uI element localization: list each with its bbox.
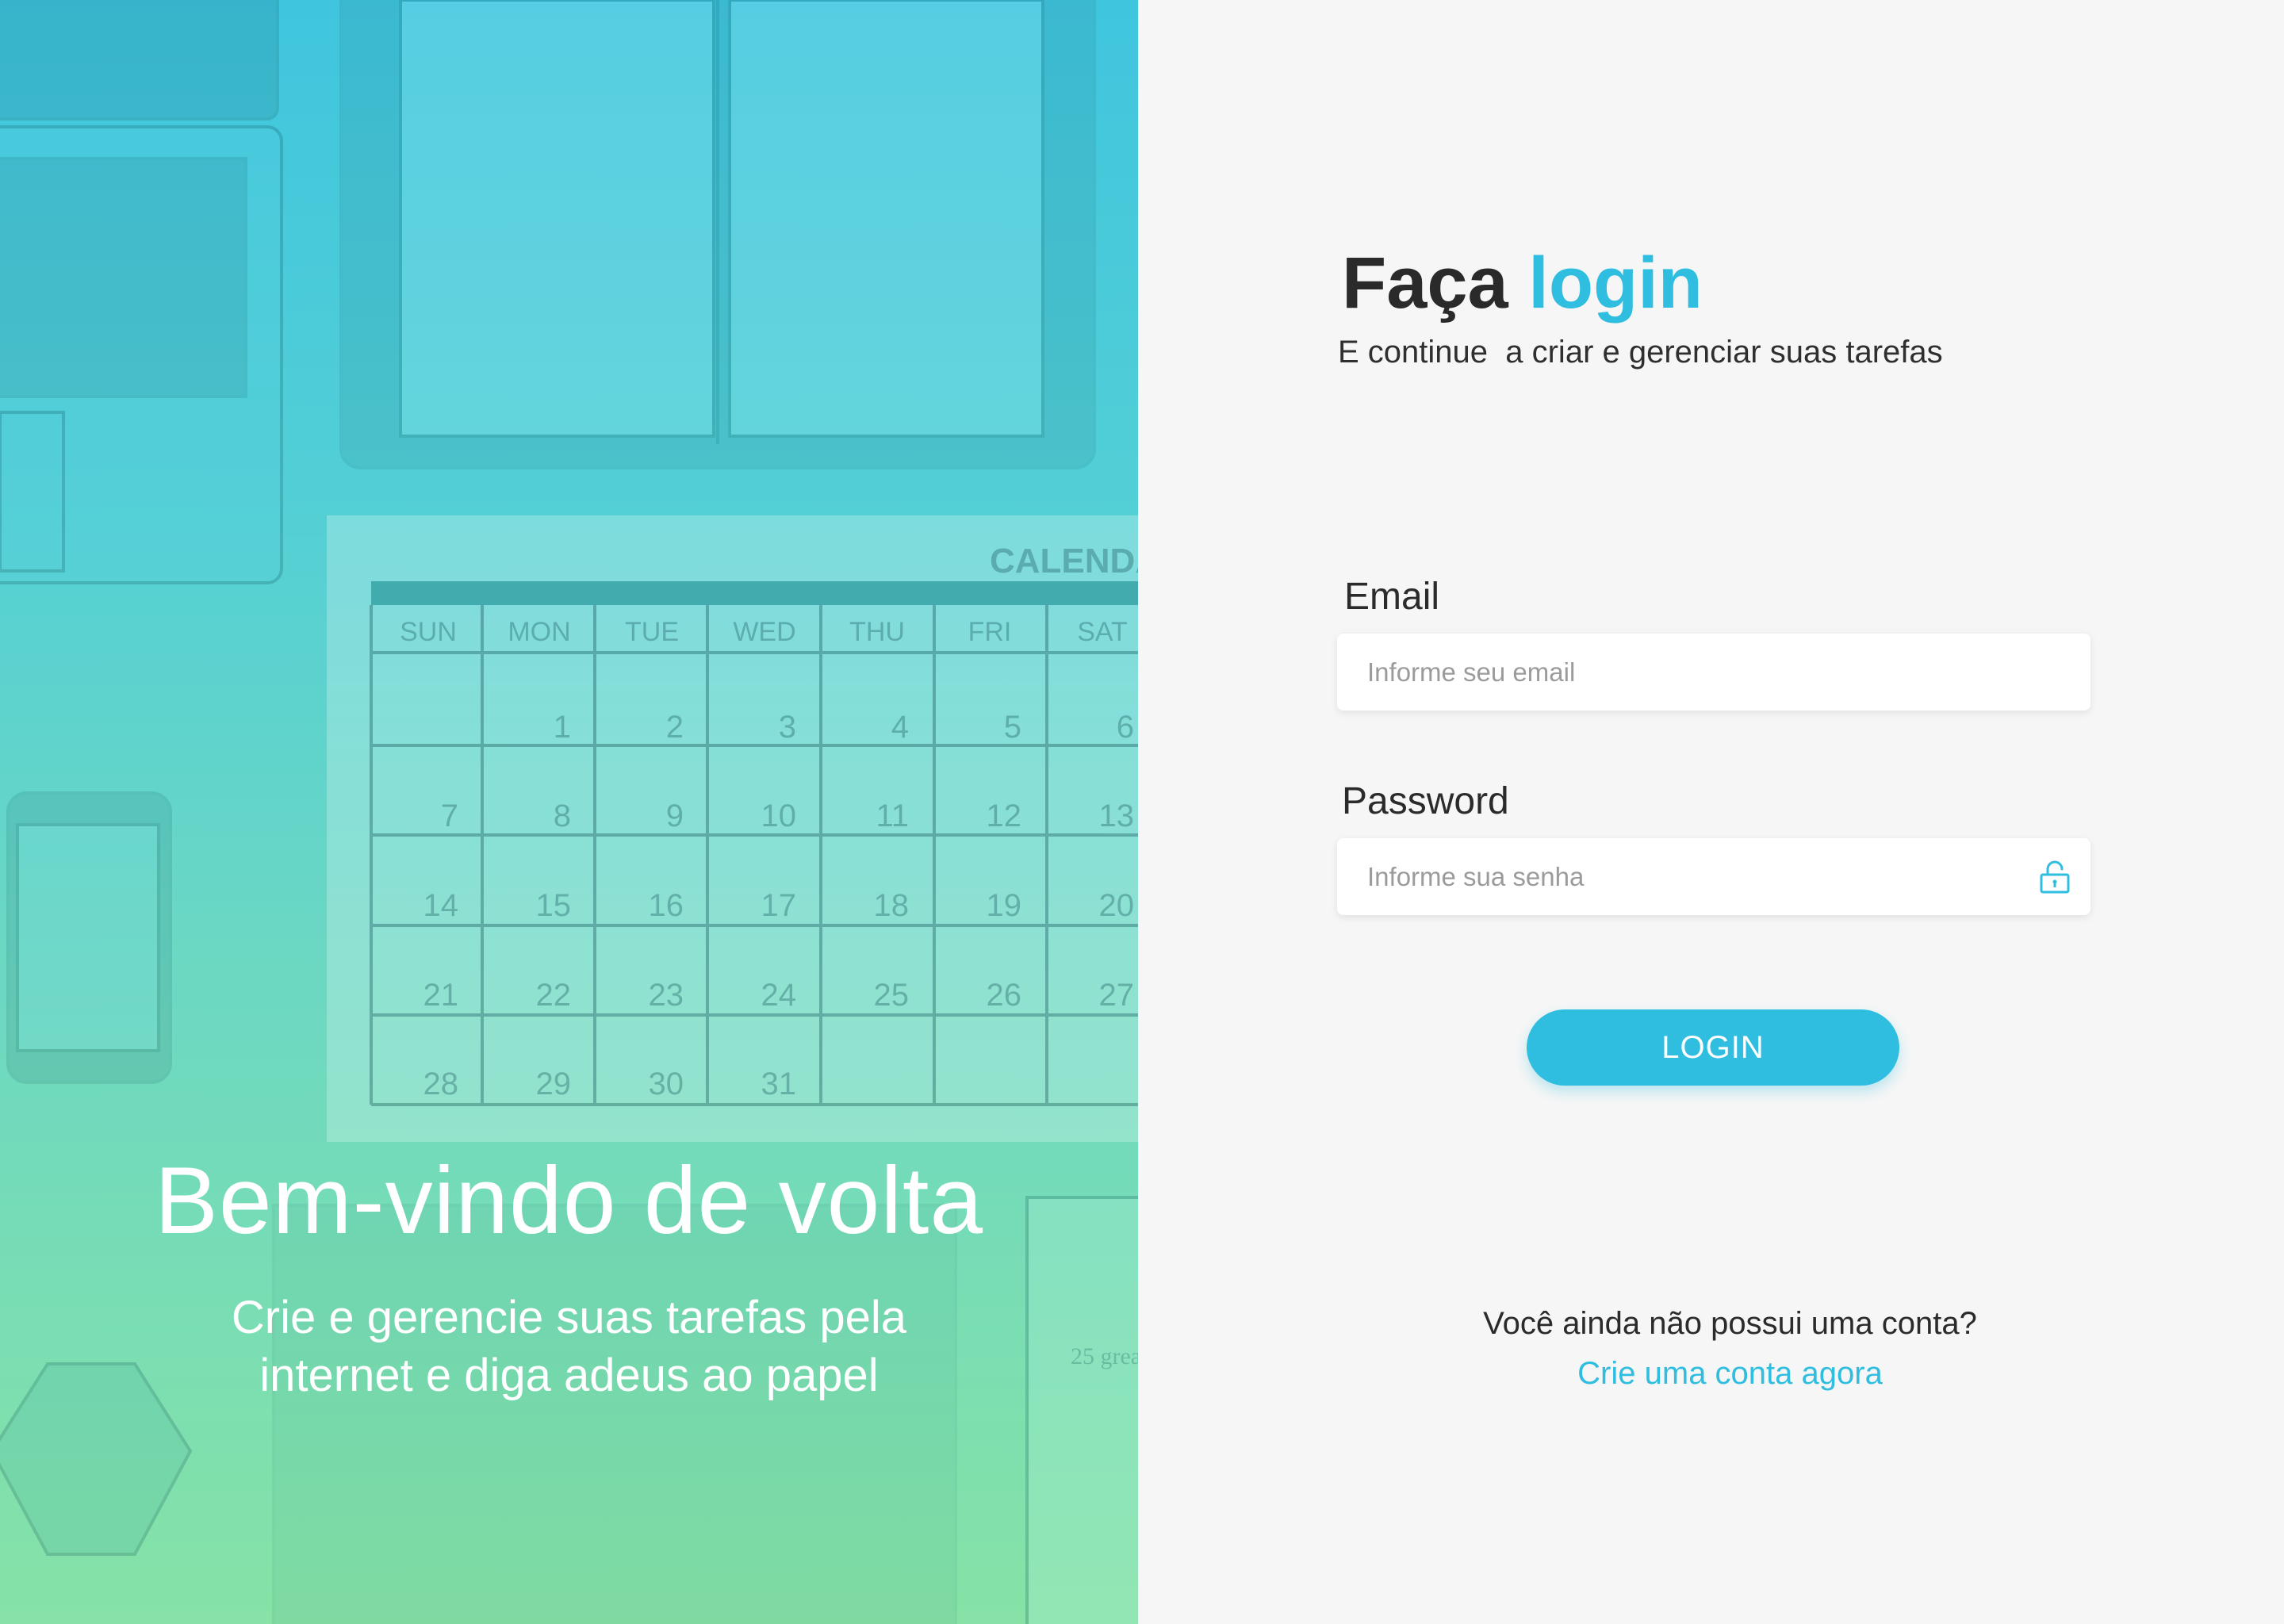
calendar-day: 9 xyxy=(666,799,684,833)
calendar-title: CALENDA xyxy=(990,542,1138,580)
calendar-day: 25 xyxy=(874,978,910,1013)
calendar-day: 11 xyxy=(876,799,909,833)
calendar-day: 23 xyxy=(649,978,684,1013)
calendar-weekday: TUE xyxy=(625,617,679,647)
login-title-accent: login xyxy=(1528,243,1703,324)
calendar-day: 5 xyxy=(1004,710,1021,745)
password-input[interactable] xyxy=(1337,838,2090,915)
calendar-day: 27 xyxy=(1099,978,1135,1013)
calendar-day: 14 xyxy=(423,888,459,923)
calendar-day: 12 xyxy=(987,799,1022,833)
calendar-weekday: SAT xyxy=(1077,617,1128,647)
calendar-day: 17 xyxy=(761,888,797,923)
calendar-day: 26 xyxy=(987,978,1022,1013)
email-input[interactable] xyxy=(1337,634,2090,710)
password-field-container xyxy=(1337,838,2090,915)
email-label: Email xyxy=(1344,576,1440,618)
calendar-day: 13 xyxy=(1099,799,1135,833)
calendar-weekday: FRI xyxy=(968,617,1012,647)
calendar-day: 18 xyxy=(874,888,910,923)
calendar-day: 19 xyxy=(987,888,1022,923)
welcome-subtitle: Crie e gerencie suas tarefas pela intern… xyxy=(0,1289,1138,1404)
calendar-day: 8 xyxy=(554,799,571,833)
calendar-day: 16 xyxy=(649,888,684,923)
calendar-day: 10 xyxy=(761,799,797,833)
calendar-day: 22 xyxy=(536,978,572,1013)
calendar-day: 4 xyxy=(891,710,909,745)
calendar-day: 1 xyxy=(554,710,571,745)
calendar-weekday: THU xyxy=(849,617,905,647)
calendar-day: 6 xyxy=(1117,710,1134,745)
calendar-day: 21 xyxy=(423,978,459,1013)
login-panel: Faça login E continue a criar e gerencia… xyxy=(1138,0,2284,1624)
calendar-day: 7 xyxy=(441,799,458,833)
no-account-text: Você ainda não possui uma conta? xyxy=(1483,1306,1977,1341)
create-account-link[interactable]: Crie uma conta agora xyxy=(1138,1356,2284,1392)
calendar-day: 3 xyxy=(779,710,796,745)
login-title: Faça login xyxy=(1342,242,1703,325)
unlock-icon[interactable] xyxy=(2037,859,2073,895)
welcome-subtitle-line-1: Crie e gerencie suas tarefas pela xyxy=(231,1292,907,1343)
calendar-weekday: SUN xyxy=(400,617,457,647)
calendar-day: 30 xyxy=(649,1067,684,1101)
calendar-day: 2 xyxy=(666,710,684,745)
calendar-day: 28 xyxy=(423,1067,459,1101)
login-title-main: Faça xyxy=(1342,243,1508,324)
calendar-day: 29 xyxy=(536,1067,572,1101)
welcome-heading: Bem-vindo de volta xyxy=(154,1147,984,1254)
login-page: SUN MON TUE WED THU FRI SAT 1 2 3 4 5 6 7 8 9 10 11 12 13 14… xyxy=(0,0,2284,1624)
calendar-weekday: WED xyxy=(733,617,795,647)
calendar-weekday: MON xyxy=(508,617,570,647)
calendar-day: 24 xyxy=(761,978,797,1013)
password-label: Password xyxy=(1342,780,1509,822)
calendar-day: 31 xyxy=(761,1067,797,1101)
hero-panel: SUN MON TUE WED THU FRI SAT 1 2 3 4 5 6 7 8 9 10 11 12 13 14… xyxy=(0,0,1138,1624)
login-subtitle: E continue a criar e gerenciar suas tare… xyxy=(1338,335,1943,370)
calendar-day: 15 xyxy=(536,888,572,923)
calendar-day: 20 xyxy=(1099,888,1135,923)
welcome-subtitle-line-2: internet e diga adeus ao papel xyxy=(259,1350,879,1401)
login-button[interactable]: LOGIN xyxy=(1527,1009,1899,1086)
email-field-container xyxy=(1337,634,2090,710)
